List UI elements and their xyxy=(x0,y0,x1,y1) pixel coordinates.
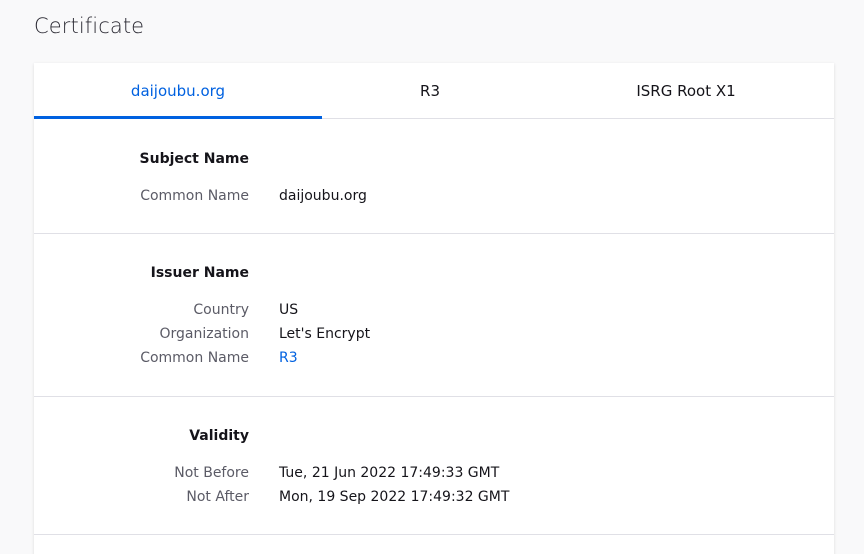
section-title-validity: Validity xyxy=(189,428,249,444)
issuer-common-name-link[interactable]: R3 xyxy=(279,346,298,370)
section-title-issuer-name: Issuer Name xyxy=(150,265,249,281)
field-label: Common Name xyxy=(140,188,249,204)
tab-r3[interactable]: R3 xyxy=(322,63,538,118)
field-value: US xyxy=(279,302,299,318)
subject-name-section: Subject Name Common Name daijoubu.org xyxy=(34,119,834,234)
field-value: Tue, 21 Jun 2022 17:49:33 GMT xyxy=(279,465,500,481)
certificate-tabs: daijoubu.org R3 ISRG Root X1 xyxy=(34,63,834,119)
issuer-organization-row: Organization Let's Encrypt xyxy=(34,322,834,346)
subject-common-name-row: Common Name daijoubu.org xyxy=(34,184,834,208)
certificate-viewer-page: Certificate daijoubu.org R3 ISRG Root X1… xyxy=(0,0,864,554)
issuer-name-section: Issuer Name Country US Organization Let'… xyxy=(34,234,834,397)
section-title-subject-name: Subject Name xyxy=(139,151,249,167)
field-value: Mon, 19 Sep 2022 17:49:32 GMT xyxy=(279,489,510,505)
certificate-card: daijoubu.org R3 ISRG Root X1 Subject Nam… xyxy=(34,63,834,554)
tab-daijoubu-org[interactable]: daijoubu.org xyxy=(34,63,322,119)
tab-isrg-root-x1[interactable]: ISRG Root X1 xyxy=(538,63,834,118)
issuer-common-name-row: Common Name R3 xyxy=(34,346,834,370)
page-title: Certificate xyxy=(34,14,145,38)
validity-not-before-row: Not Before Tue, 21 Jun 2022 17:49:33 GMT xyxy=(34,461,834,485)
field-label: Common Name xyxy=(140,350,249,366)
validity-not-after-row: Not After Mon, 19 Sep 2022 17:49:32 GMT xyxy=(34,485,834,509)
field-value: Let's Encrypt xyxy=(279,326,371,342)
field-label: Organization xyxy=(159,326,249,342)
field-label: Country xyxy=(193,302,249,318)
field-value: daijoubu.org xyxy=(279,188,367,204)
field-label: Not After xyxy=(186,489,249,505)
field-label: Not Before xyxy=(174,465,249,481)
issuer-country-row: Country US xyxy=(34,298,834,322)
validity-section: Validity Not Before Tue, 21 Jun 2022 17:… xyxy=(34,397,834,535)
